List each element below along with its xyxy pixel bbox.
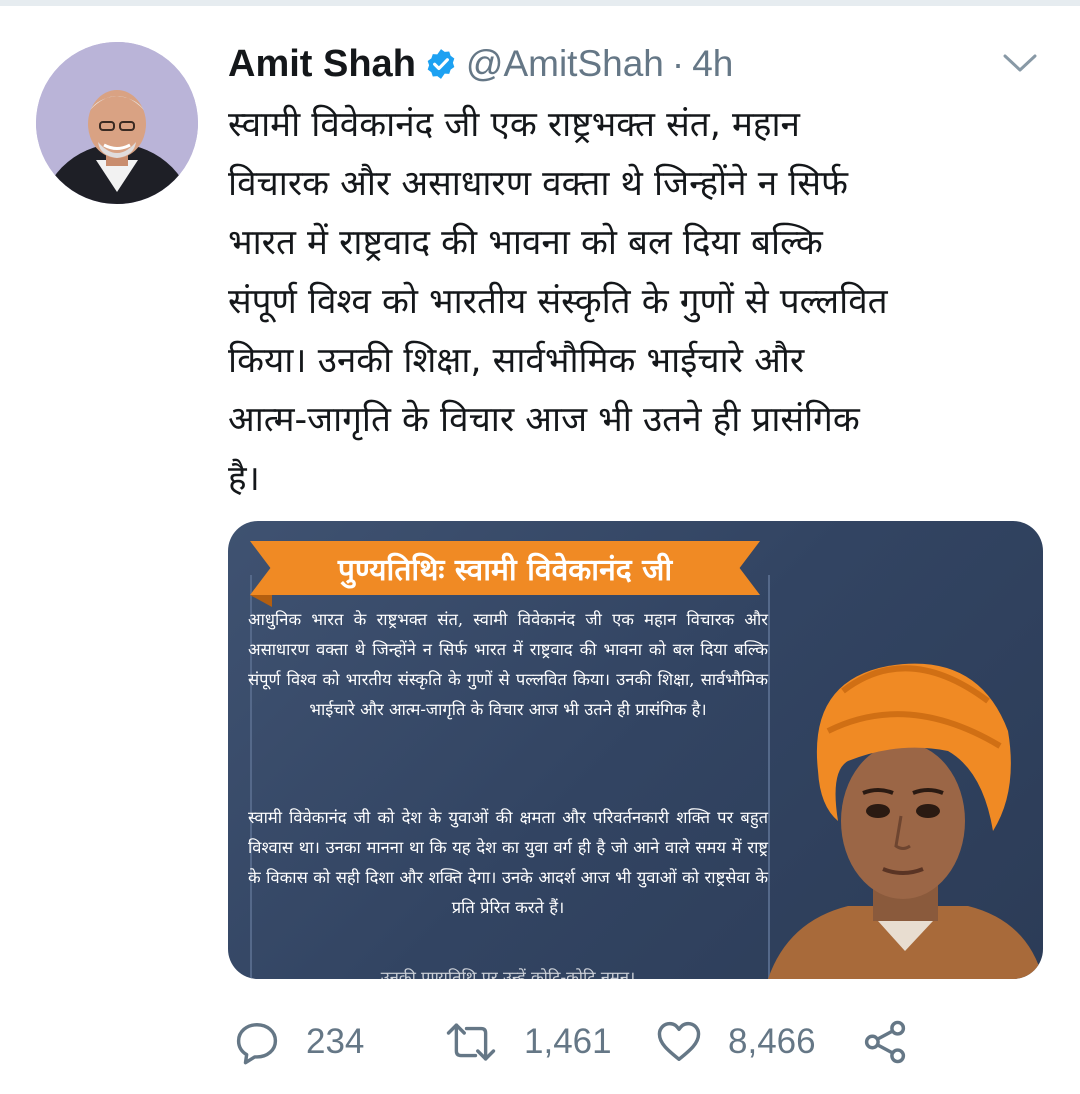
tweet-header: Amit Shah @AmitShah · 4h — [228, 38, 733, 90]
separator-dot: · — [671, 43, 685, 84]
media-paragraph-3: उनकी पुण्यतिथि पर उन्हें कोटि-कोटि नमन। — [380, 968, 636, 979]
reply-icon — [236, 1023, 278, 1065]
portrait-image — [768, 663, 1043, 979]
media-paragraph-1: आधुनिक भारत के राष्ट्रभक्त संत, स्वामी व… — [248, 610, 768, 719]
tweet-actions: 234 1,461 8,466 — [234, 1016, 934, 1068]
media-paragraph-2: स्वामी विवेकानंद जी को देश के युवाओं की … — [248, 808, 768, 917]
verified-badge-icon — [424, 47, 458, 81]
share-button[interactable] — [862, 1016, 908, 1068]
tweet-text: स्वामी विवेकानंद जी एक राष्ट्रभक्त संत, … — [228, 105, 888, 499]
tweet-media-image[interactable]: पुण्यतिथिः स्वामी विवेकानंद जी आधुनिक भा… — [228, 521, 1043, 979]
avatar[interactable] — [36, 42, 198, 204]
chevron-down-icon[interactable] — [1000, 48, 1040, 78]
top-divider — [0, 0, 1080, 6]
media-banner-title: पुण्यतिथिः स्वामी विवेकानंद जी — [250, 541, 760, 595]
heart-icon — [657, 1021, 701, 1061]
like-count: 8,466 — [728, 1022, 816, 1061]
like-button[interactable]: 8,466 — [656, 1016, 816, 1068]
reply-count: 234 — [306, 1022, 365, 1061]
avatar-image — [36, 42, 198, 204]
author-handle[interactable]: @AmitShah — [466, 43, 664, 85]
author-name[interactable]: Amit Shah — [228, 43, 416, 86]
reply-button[interactable]: 234 — [234, 1016, 364, 1068]
share-icon — [864, 1020, 906, 1064]
tweet-time[interactable]: 4h — [692, 43, 733, 85]
retweet-count: 1,461 — [524, 1022, 612, 1061]
retweet-button[interactable]: 1,461 — [444, 1016, 612, 1068]
retweet-icon — [446, 1023, 496, 1061]
